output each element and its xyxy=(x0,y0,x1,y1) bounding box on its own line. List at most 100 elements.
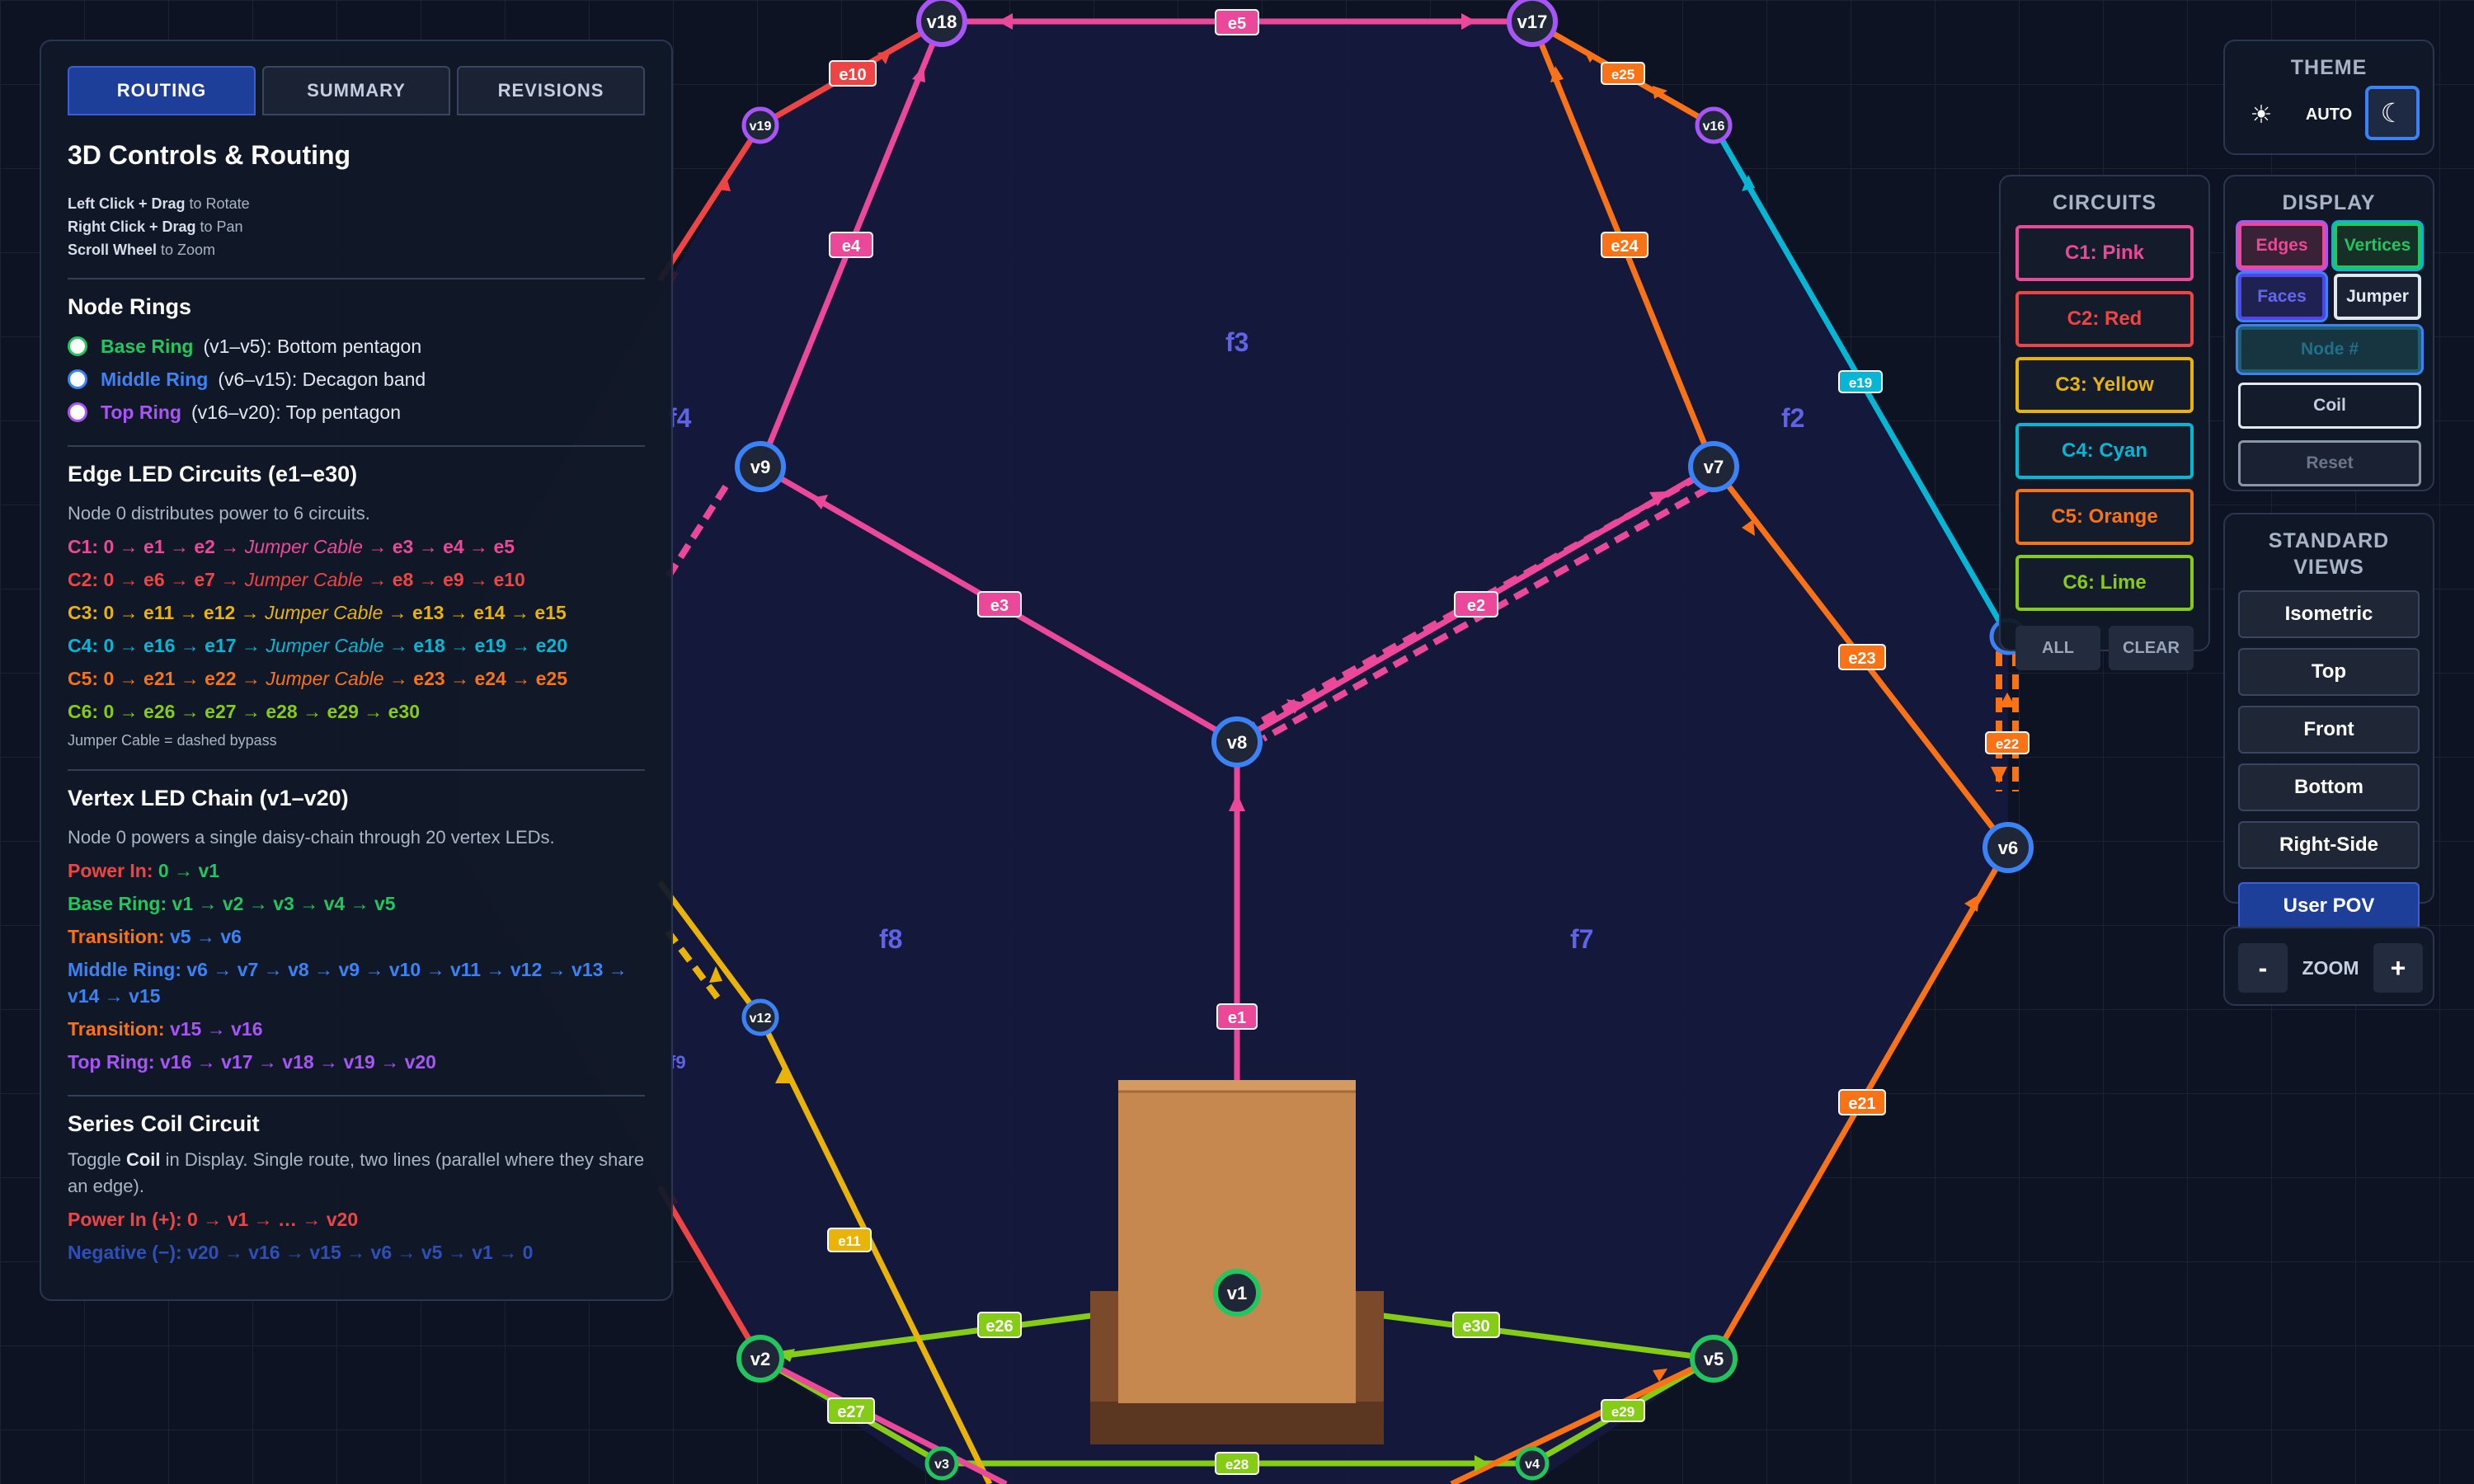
theme-title: THEME xyxy=(2290,56,2368,79)
ring-top: Top Ring (v16–v20): Top pentagon xyxy=(68,396,645,429)
standard-views-title: STANDARD VIEWS xyxy=(2268,529,2390,579)
vertex-chain-transition-1: Transition: v5 → v6 xyxy=(68,926,242,947)
svg-text:e22: e22 xyxy=(1996,736,2019,752)
routing-panel: ROUTING SUMMARY REVISIONS 3D Controls & … xyxy=(40,40,673,1301)
vertex-v8: v8 xyxy=(1211,716,1263,768)
svg-text:e29: e29 xyxy=(1611,1404,1634,1420)
svg-text:e19: e19 xyxy=(1849,375,1872,391)
display-panel: DISPLAY Edges Vertices Faces Jumper Node… xyxy=(2223,175,2434,491)
vertices-toggle[interactable]: Vertices xyxy=(2334,223,2421,269)
zoom-panel: - ZOOM + xyxy=(2223,927,2434,1006)
jumper-toggle[interactable]: Jumper xyxy=(2334,274,2421,320)
svg-text:e10: e10 xyxy=(839,66,866,84)
circuit-route-c6: C6: 0 → e26 → e27 → e28 → e29 → e30 xyxy=(68,701,421,722)
svg-text:e23: e23 xyxy=(1848,650,1875,668)
svg-text:e27: e27 xyxy=(837,1403,864,1421)
svg-text:v19: v19 xyxy=(750,120,772,134)
edge-tag-e28: e28 xyxy=(1215,1452,1259,1475)
view-isometric-button[interactable]: Isometric xyxy=(2238,590,2420,638)
svg-text:e28: e28 xyxy=(1225,1457,1249,1472)
svg-text:v4: v4 xyxy=(1525,1458,1540,1472)
vertex-chain-desc: Node 0 powers a single daisy-chain throu… xyxy=(68,827,555,848)
zoom-out-button[interactable]: - xyxy=(2238,943,2288,993)
circuit-toggle-c2[interactable]: C2: Red xyxy=(2015,291,2194,347)
vertex-chain-power-in: Power In: 0 → v1 xyxy=(68,860,220,881)
view-bottom-button[interactable]: Bottom xyxy=(2238,763,2420,811)
coil-negative-route: Negative (−): v20 → v16 → v15 → v6 → v5 … xyxy=(68,1242,534,1263)
standard-views-panel: STANDARD VIEWS Isometric Top Front Botto… xyxy=(2223,513,2434,930)
coil-desc: Toggle Coil in Display. Single route, tw… xyxy=(68,1149,645,1196)
circuit-toggle-c6[interactable]: C6: Lime xyxy=(2015,555,2194,611)
svg-text:e3: e3 xyxy=(990,597,1009,615)
coil-heading: Series Coil Circuit xyxy=(68,1111,260,1136)
vertex-v9: v9 xyxy=(735,441,786,492)
control-hint-rotate: Left Click + Drag to Rotate xyxy=(68,195,250,212)
display-title: DISPLAY xyxy=(2282,191,2376,214)
edge-tag-e23: e23 xyxy=(1838,644,1886,670)
circuit-toggle-c1[interactable]: C1: Pink xyxy=(2015,225,2194,281)
view-front-button[interactable]: Front xyxy=(2238,706,2420,754)
panel-title: 3D Controls & Routing xyxy=(68,140,351,170)
coil-toggle[interactable]: Coil xyxy=(2238,383,2421,429)
tab-summary[interactable]: SUMMARY xyxy=(262,66,450,115)
view-top-button[interactable]: Top xyxy=(2238,648,2420,696)
reset-button[interactable]: Reset xyxy=(2238,440,2421,486)
svg-text:e21: e21 xyxy=(1848,1095,1875,1113)
vertex-chain-middle-ring: Middle Ring: v6 → v7 → v8 → v9 → v10 → v… xyxy=(68,959,628,1007)
clear-circuits-button[interactable]: CLEAR xyxy=(2109,626,2194,670)
node-number-toggle[interactable]: Node # xyxy=(2238,326,2421,373)
circuit-toggle-c4[interactable]: C4: Cyan xyxy=(2015,423,2194,479)
vertex-v2: v2 xyxy=(736,1335,784,1383)
panel-tabs: ROUTING SUMMARY REVISIONS xyxy=(68,66,645,115)
auto-theme-button[interactable]: AUTO xyxy=(2296,91,2362,139)
all-circuits-button[interactable]: ALL xyxy=(2015,626,2100,670)
vertex-v6: v6 xyxy=(1982,822,2034,873)
divider xyxy=(68,769,645,771)
edges-toggle[interactable]: Edges xyxy=(2238,223,2326,269)
circuit-toggle-c5[interactable]: C5: Orange xyxy=(2015,489,2194,545)
svg-text:v9: v9 xyxy=(750,457,770,477)
edge-circuits-desc: Node 0 distributes power to 6 circuits. xyxy=(68,503,370,524)
svg-text:v2: v2 xyxy=(750,1349,770,1369)
circuit-route-c4: C4: 0 → e16 → e17 → Jumper Cable → e18 →… xyxy=(68,635,567,656)
svg-text:e4: e4 xyxy=(842,237,861,256)
svg-text:e25: e25 xyxy=(1611,67,1634,82)
zoom-in-button[interactable]: + xyxy=(2373,943,2423,993)
vertex-chain-transition-2: Transition: v15 → v16 xyxy=(68,1018,263,1040)
vertex-chain-top-ring: Top Ring: v16 → v17 → v18 → v19 → v20 xyxy=(68,1051,436,1073)
vertex-v17: v17 xyxy=(1507,0,1558,47)
coil-positive-route: Power In (+): 0 → v1 → … → v20 xyxy=(68,1209,359,1230)
svg-text:e5: e5 xyxy=(1228,15,1246,33)
svg-text:v12: v12 xyxy=(750,1012,772,1026)
view-right-side-button[interactable]: Right-Side xyxy=(2238,821,2420,869)
svg-text:e30: e30 xyxy=(1462,1317,1489,1336)
edge-tag-e2: e2 xyxy=(1454,591,1498,618)
light-theme-sun-icon[interactable]: ☀ xyxy=(2241,91,2281,139)
circuit-route-c5: C5: 0 → e21 → e22 → Jumper Cable → e23 →… xyxy=(68,668,567,689)
dark-theme-moon-icon[interactable]: ☾ xyxy=(2365,86,2420,140)
edge-tag-e25: e25 xyxy=(1601,62,1645,85)
edge-tag-e4: e4 xyxy=(829,232,873,258)
edge-tag-e30: e30 xyxy=(1452,1312,1500,1338)
vertex-v16: v16 xyxy=(1695,106,1733,144)
svg-text:e24: e24 xyxy=(1611,237,1639,256)
view-user-pov-button[interactable]: User POV xyxy=(2238,882,2420,930)
faces-toggle[interactable]: Faces xyxy=(2238,274,2326,320)
divider xyxy=(68,278,645,279)
divider xyxy=(68,445,645,447)
svg-text:v1: v1 xyxy=(1227,1283,1247,1303)
vertex-v19: v19 xyxy=(741,106,779,144)
tab-revisions[interactable]: REVISIONS xyxy=(457,66,645,115)
circuit-bulk-actions: ALL CLEAR xyxy=(2015,626,2194,670)
svg-text:v6: v6 xyxy=(1998,838,2018,858)
vertex-v3: v3 xyxy=(924,1446,959,1481)
vertex-chain-base-ring: Base Ring: v1 → v2 → v3 → v4 → v5 xyxy=(68,893,396,914)
theme-panel: THEME ☀ AUTO ☾ xyxy=(2223,40,2434,155)
vertex-v18: v18 xyxy=(916,0,967,47)
tab-routing[interactable]: ROUTING xyxy=(68,66,256,115)
circuit-toggle-c3[interactable]: C3: Yellow xyxy=(2015,357,2194,413)
edge-tag-e29: e29 xyxy=(1601,1399,1645,1422)
vertex-v1: v1 xyxy=(1213,1269,1261,1317)
vertex-v4: v4 xyxy=(1515,1446,1550,1481)
svg-text:v7: v7 xyxy=(1704,457,1724,477)
